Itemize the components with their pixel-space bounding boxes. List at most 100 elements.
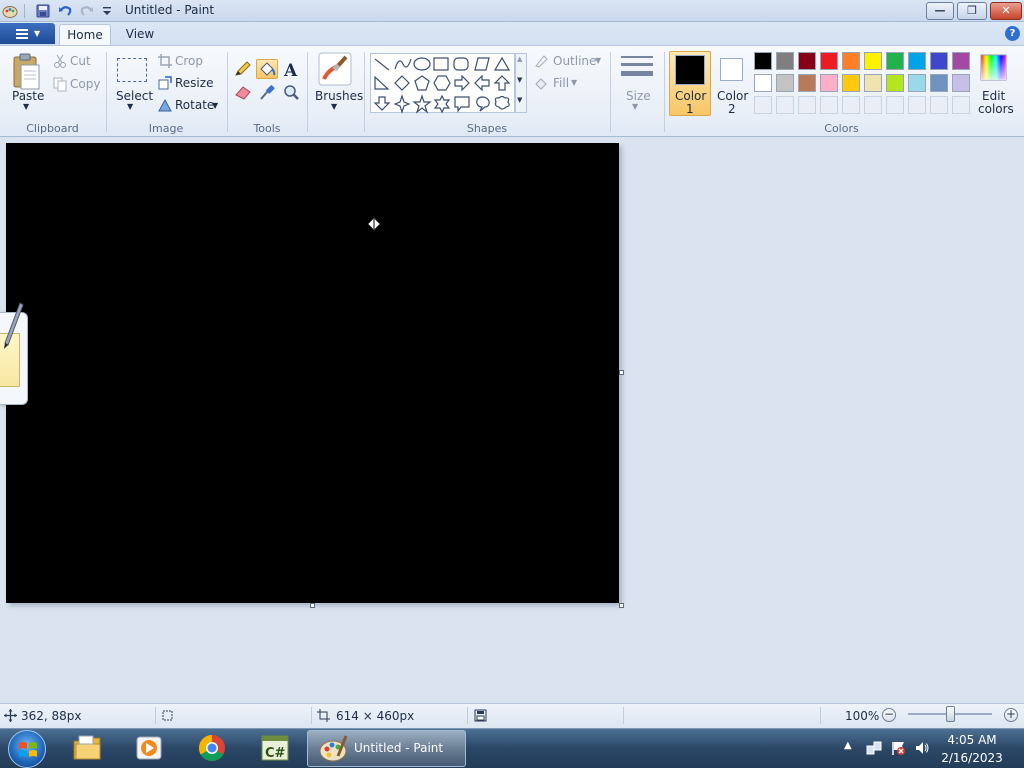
cut-button[interactable]: Cut — [70, 54, 91, 68]
custom-color-slot[interactable] — [842, 96, 860, 114]
down-arrow-shape-icon — [373, 96, 391, 111]
fill-tool[interactable] — [256, 59, 278, 79]
network-icon[interactable] — [866, 740, 882, 756]
colors-group-label: Colors — [824, 122, 859, 135]
pencil-tool[interactable] — [232, 59, 254, 79]
select-dropdown-icon[interactable]: ▼ — [127, 102, 133, 111]
palette-swatch[interactable] — [798, 74, 816, 92]
help-icon[interactable]: ? — [1005, 26, 1020, 41]
palette-swatch[interactable] — [776, 52, 794, 70]
chrome-icon[interactable] — [196, 733, 228, 763]
paste-button[interactable]: Paste — [12, 89, 44, 103]
tab-home[interactable]: Home — [59, 24, 111, 46]
rotate-dropdown-icon[interactable]: ▼ — [212, 101, 218, 110]
size-icon[interactable] — [620, 55, 654, 81]
show-hidden-icons-button[interactable]: ▲ — [844, 740, 852, 751]
taskbar-date[interactable]: 2/16/2023 — [940, 751, 1004, 765]
palette-swatch[interactable] — [886, 74, 904, 92]
status-separator — [820, 707, 821, 724]
edit-colors-button[interactable]: Edit — [982, 89, 1005, 103]
action-center-icon[interactable] — [890, 740, 906, 756]
select-icon[interactable] — [117, 58, 147, 82]
magnifier-tool[interactable] — [280, 82, 302, 102]
custom-color-slot[interactable] — [754, 96, 772, 114]
csharp-ide-icon[interactable]: C# — [259, 733, 291, 763]
fill-button[interactable]: Fill — [553, 76, 569, 90]
outline-button[interactable]: Outline — [553, 54, 596, 68]
taskbar-paint-button[interactable]: Untitled - Paint — [307, 730, 466, 767]
restore-button[interactable]: ❐ — [957, 2, 987, 20]
custom-color-slot[interactable] — [798, 96, 816, 114]
zoom-slider-thumb[interactable] — [946, 706, 955, 722]
custom-color-slot[interactable] — [952, 96, 970, 114]
select-button[interactable]: Select — [116, 89, 153, 103]
zoom-in-button[interactable]: + — [1004, 708, 1018, 722]
quick-access-dropdown-icon[interactable] — [99, 3, 115, 19]
palette-swatch[interactable] — [754, 74, 772, 92]
size-button[interactable]: Size — [626, 89, 651, 103]
eraser-tool[interactable] — [232, 82, 254, 102]
close-button[interactable]: ✕ — [990, 2, 1022, 20]
palette-swatch[interactable] — [886, 52, 904, 70]
paint-app-icon[interactable] — [2, 3, 18, 19]
sticky-notes-window-edge[interactable] — [0, 302, 28, 405]
palette-swatch[interactable] — [952, 74, 970, 92]
canvas-resize-handle-bottom[interactable] — [310, 603, 315, 608]
edit-colors-icon[interactable] — [980, 54, 1007, 81]
palette-swatch[interactable] — [754, 52, 772, 70]
outline-dropdown-icon[interactable]: ▼ — [595, 56, 601, 65]
custom-color-slot[interactable] — [930, 96, 948, 114]
redo-icon[interactable] — [79, 3, 95, 19]
color-picker-tool[interactable] — [256, 82, 278, 102]
palette-swatch[interactable] — [776, 74, 794, 92]
crop-button[interactable]: Crop — [175, 54, 203, 68]
palette-swatch[interactable] — [842, 52, 860, 70]
palette-swatch[interactable] — [864, 52, 882, 70]
canvas-resize-handle-right[interactable] — [619, 370, 624, 375]
palette-swatch[interactable] — [908, 74, 926, 92]
rotate-button[interactable]: Rotate — [175, 98, 214, 112]
palette-swatch[interactable] — [930, 52, 948, 70]
window-title: Untitled - Paint — [125, 3, 215, 17]
palette-swatch[interactable] — [820, 52, 838, 70]
custom-color-slot[interactable] — [864, 96, 882, 114]
brushes-dropdown-icon[interactable]: ▼ — [331, 102, 337, 111]
color2-label[interactable]: Color — [717, 89, 748, 103]
custom-color-slot[interactable] — [908, 96, 926, 114]
tab-view[interactable]: View — [117, 24, 163, 46]
zoom-out-button[interactable]: − — [882, 708, 896, 722]
paint-menu-button[interactable]: ▼ — [0, 23, 55, 44]
custom-color-slot[interactable] — [776, 96, 794, 114]
volume-icon[interactable] — [914, 740, 930, 756]
start-button[interactable] — [8, 730, 46, 768]
image-group-label: Image — [148, 122, 184, 135]
palette-swatch[interactable] — [798, 52, 816, 70]
media-player-icon[interactable] — [133, 733, 165, 763]
palette-swatch[interactable] — [864, 74, 882, 92]
custom-color-slot[interactable] — [886, 96, 904, 114]
resize-button[interactable]: Resize — [175, 76, 213, 90]
file-explorer-icon[interactable] — [72, 733, 104, 763]
palette-swatch[interactable] — [820, 74, 838, 92]
custom-color-slot[interactable] — [820, 96, 838, 114]
size-dropdown-icon[interactable]: ▼ — [632, 102, 638, 111]
palette-swatch[interactable] — [908, 52, 926, 70]
canvas-resize-handle-corner[interactable] — [619, 603, 624, 608]
drawing-canvas[interactable] — [6, 143, 619, 603]
brushes-icon[interactable] — [318, 52, 352, 86]
save-icon[interactable] — [35, 3, 51, 19]
text-tool[interactable]: A — [280, 59, 302, 81]
brushes-button[interactable]: Brushes — [315, 89, 363, 103]
paste-dropdown-icon[interactable]: ▼ — [23, 102, 29, 111]
copy-button[interactable]: Copy — [70, 77, 100, 91]
color2-swatch[interactable] — [720, 58, 743, 81]
palette-swatch[interactable] — [952, 52, 970, 70]
taskbar-time[interactable]: 4:05 AM — [940, 733, 1004, 747]
shapes-scroll-buttons[interactable]: ▲ ▼ ▼ — [515, 53, 527, 113]
undo-icon[interactable] — [57, 3, 73, 19]
palette-swatch[interactable] — [930, 74, 948, 92]
paste-icon[interactable] — [11, 53, 43, 93]
minimize-button[interactable]: — — [926, 2, 954, 20]
palette-swatch[interactable] — [842, 74, 860, 92]
fill-dropdown-icon[interactable]: ▼ — [571, 78, 577, 87]
